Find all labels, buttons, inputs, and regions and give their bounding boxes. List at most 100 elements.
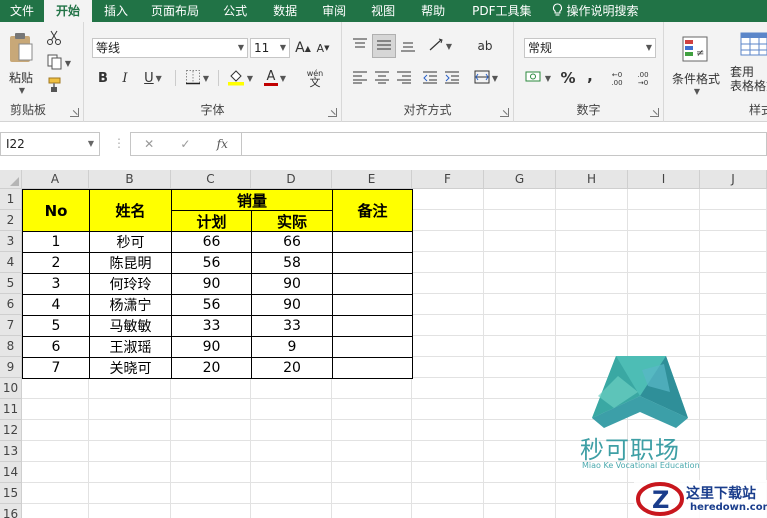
column-header-h[interactable]: H [556,170,628,189]
table-cell-plan[interactable]: 56 [171,294,252,316]
row-header-8[interactable]: 8 [0,336,22,357]
copy-dropdown-icon[interactable]: ▼ [65,59,71,68]
tab-home[interactable]: 开始 [44,0,93,22]
tab-data[interactable]: 数据 [260,0,310,22]
table-cell-note[interactable] [332,252,413,274]
cell[interactable] [412,420,484,441]
table-cell-note[interactable] [332,273,413,295]
table-cell-no[interactable]: 3 [22,273,90,295]
cell[interactable] [700,273,767,294]
cell[interactable] [251,441,332,462]
cell[interactable] [700,294,767,315]
comma-style-button[interactable]: , [582,66,598,86]
cell[interactable] [484,336,556,357]
header-note[interactable]: 备注 [332,189,413,232]
cell[interactable] [556,231,628,252]
table-cell-note[interactable] [332,294,413,316]
table-cell-name[interactable]: 王淑瑶 [89,336,172,358]
table-cell-plan[interactable]: 56 [171,252,252,274]
formula-input[interactable] [242,132,767,156]
row-header-11[interactable]: 11 [0,399,22,420]
cell[interactable] [412,399,484,420]
accounting-format-button[interactable]: ▼ [522,68,554,88]
align-right-button[interactable] [394,68,414,88]
cell[interactable] [89,420,171,441]
tell-me-search[interactable]: 操作说明搜索 [546,0,645,22]
cell[interactable] [700,252,767,273]
cell[interactable] [412,273,484,294]
cell[interactable] [700,231,767,252]
header-no[interactable]: No [22,189,90,232]
cell[interactable] [484,210,556,231]
cell[interactable] [332,462,412,483]
table-cell-note[interactable] [332,336,413,358]
cell[interactable] [251,462,332,483]
cell[interactable] [22,483,89,504]
cell[interactable] [412,252,484,273]
cell[interactable] [412,504,484,518]
cell[interactable] [628,252,700,273]
cell[interactable] [412,378,484,399]
cell[interactable] [556,483,628,504]
copy-button[interactable]: ▼ [44,54,74,72]
table-cell-actual[interactable]: 20 [251,357,333,379]
table-cell-no[interactable]: 4 [22,294,90,316]
cell[interactable] [484,315,556,336]
cell[interactable] [484,273,556,294]
cell[interactable] [484,441,556,462]
conditional-formatting-button[interactable]: ≠ 条件格式 ▼ [670,30,722,100]
confirm-icon[interactable]: ✓ [180,137,190,151]
font-color-button[interactable]: A ▼ [259,68,291,88]
cell[interactable] [484,357,556,378]
tab-formulas[interactable]: 公式 [210,0,260,22]
cell[interactable] [22,399,89,420]
row-header-4[interactable]: 4 [0,252,22,273]
cell[interactable] [556,252,628,273]
cell[interactable] [484,378,556,399]
row-header-15[interactable]: 15 [0,483,22,504]
cell[interactable] [556,273,628,294]
row-header-16[interactable]: 16 [0,504,22,518]
row-header-10[interactable]: 10 [0,378,22,399]
percent-style-button[interactable]: % [558,68,578,88]
cell[interactable] [332,483,412,504]
cell[interactable] [556,189,628,210]
phonetic-button[interactable]: wén 文 [298,66,332,90]
cell[interactable] [628,210,700,231]
underline-button[interactable]: U ▼ [138,68,168,88]
cancel-icon[interactable]: ✕ [144,137,154,151]
font-size-select[interactable]: 11 ▼ [250,38,290,58]
table-cell-actual[interactable]: 9 [251,336,333,358]
row-header-14[interactable]: 14 [0,462,22,483]
orientation-button[interactable]: ▼ [424,36,456,56]
cell[interactable] [700,399,767,420]
cell[interactable] [484,483,556,504]
table-cell-plan[interactable]: 20 [171,357,252,379]
increase-decimal-button[interactable]: ←0 .00 [606,68,628,90]
cell[interactable] [22,462,89,483]
align-bottom-button[interactable] [398,36,418,56]
cell[interactable] [251,420,332,441]
cell[interactable] [412,462,484,483]
table-cell-name[interactable]: 关晓可 [89,357,172,379]
cell[interactable] [251,504,332,518]
cell[interactable] [251,378,332,399]
row-header-12[interactable]: 12 [0,420,22,441]
grow-font-button[interactable]: A ▲ [294,38,312,58]
cell[interactable] [89,504,171,518]
table-cell-actual[interactable]: 90 [251,294,333,316]
cell[interactable] [251,399,332,420]
cell[interactable] [22,441,89,462]
cell[interactable] [556,315,628,336]
cell[interactable] [628,294,700,315]
cell[interactable] [412,483,484,504]
table-cell-plan[interactable]: 90 [171,273,252,295]
tab-pdf-tools[interactable]: PDF工具集 [458,0,545,22]
table-cell-no[interactable]: 2 [22,252,90,274]
cell[interactable] [412,210,484,231]
clipboard-dialog-launcher[interactable] [70,108,79,117]
cell[interactable] [700,336,767,357]
cell[interactable] [171,483,251,504]
cell[interactable] [628,231,700,252]
cell[interactable] [628,336,700,357]
